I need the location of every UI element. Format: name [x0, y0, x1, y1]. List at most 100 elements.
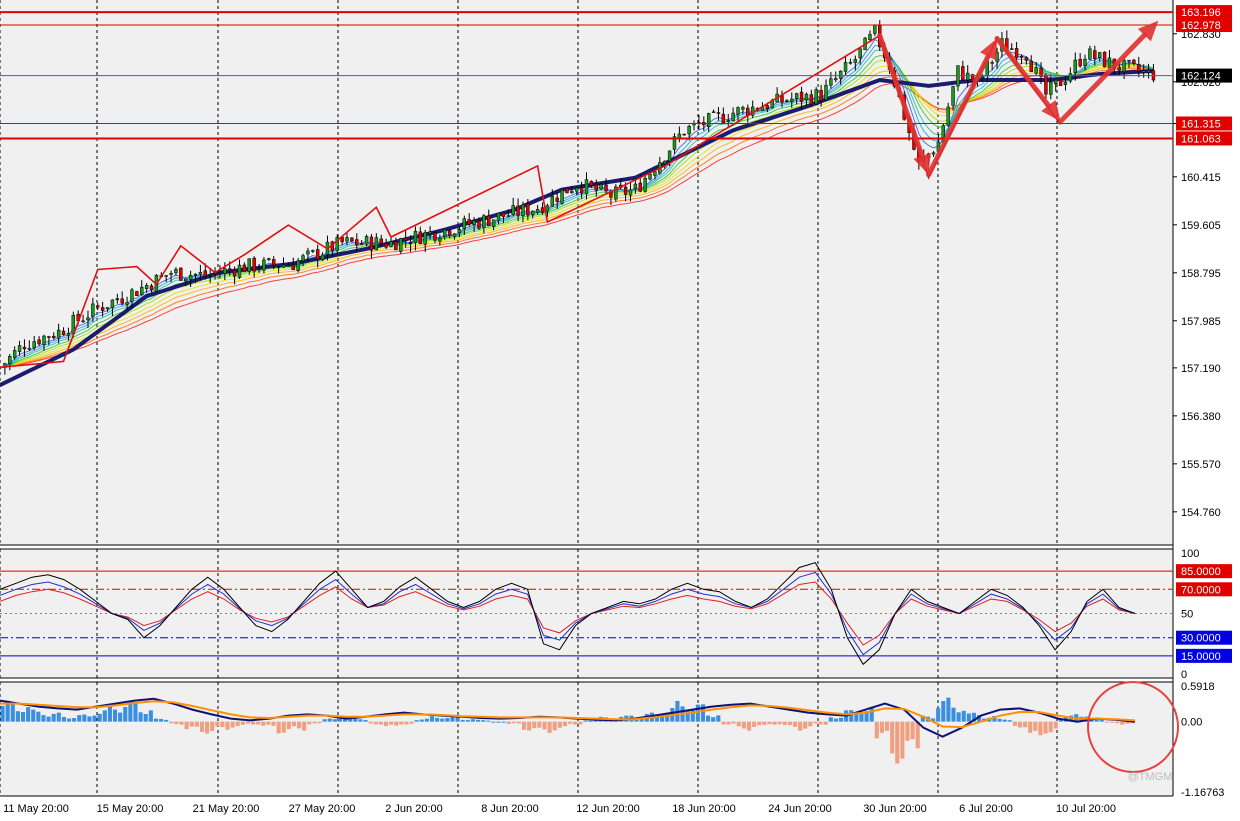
- candle-body: [780, 95, 784, 103]
- candle-body: [447, 230, 452, 236]
- candle-body: [1014, 48, 1019, 59]
- x-tick-label: 12 Jun 20:00: [576, 803, 640, 815]
- candle-body: [8, 356, 12, 365]
- macd-histogram-bar: [966, 713, 971, 722]
- macd-histogram-bar: [455, 717, 460, 722]
- candle-body: [1083, 58, 1087, 66]
- candle-body: [628, 189, 633, 196]
- macd-histogram-bar: [230, 721, 235, 728]
- macd-histogram-bar: [36, 711, 41, 722]
- candle-body: [413, 230, 418, 244]
- candle-body: [311, 250, 315, 252]
- candle-body: [599, 184, 603, 190]
- macd-histogram-bar: [562, 721, 567, 727]
- macd-histogram-bar: [573, 721, 578, 725]
- macd-histogram-bar: [951, 707, 956, 722]
- candle-body: [1073, 59, 1077, 73]
- macd-histogram-bar: [956, 712, 961, 722]
- macd-histogram-bar: [1028, 721, 1033, 733]
- candle-body: [227, 268, 232, 271]
- candle-body: [1034, 67, 1038, 74]
- osc-y-tick-label: 50: [1181, 609, 1193, 621]
- macd-histogram-bar: [46, 716, 51, 722]
- candle-body: [105, 307, 110, 310]
- y-tick-label: 154.760: [1181, 507, 1221, 519]
- macd-histogram-bar: [460, 719, 465, 722]
- candle-body: [252, 257, 256, 272]
- macd-histogram-bar: [736, 721, 741, 727]
- macd-histogram-bar: [10, 703, 15, 722]
- macd-y-tick-label: -1.16763: [1181, 787, 1224, 799]
- macd-histogram-bar: [481, 720, 486, 722]
- candle-body: [457, 229, 462, 234]
- candle-body: [433, 232, 437, 241]
- macd-histogram-bar: [475, 719, 481, 722]
- macd-histogram-bar: [440, 718, 445, 722]
- macd-histogram-bar: [251, 721, 256, 725]
- candle-body: [638, 182, 642, 192]
- candle-body: [198, 272, 203, 275]
- macd-histogram-bar: [281, 721, 286, 733]
- candle-body: [531, 210, 535, 215]
- candle-body: [1088, 48, 1092, 60]
- candle-body: [804, 93, 809, 101]
- candle-body: [726, 120, 730, 122]
- candle-body: [247, 258, 251, 272]
- candle-body: [579, 187, 584, 194]
- macd-histogram-bar: [777, 721, 782, 725]
- candle-body: [374, 237, 379, 251]
- candle-body: [100, 307, 105, 311]
- macd-histogram-bar: [118, 712, 123, 722]
- candle-body: [834, 78, 838, 81]
- macd-histogram-bar: [1109, 721, 1115, 723]
- macd-histogram-bar: [194, 721, 199, 727]
- candle-body: [394, 241, 398, 251]
- macd-histogram-bar: [164, 719, 169, 722]
- macd-histogram-bar: [189, 721, 194, 727]
- candle-body: [174, 269, 178, 274]
- candle-body: [1078, 58, 1082, 67]
- x-tick-label: 2 Jun 20:00: [385, 803, 443, 815]
- macd-histogram-bar: [757, 721, 762, 726]
- candle-body: [135, 291, 139, 297]
- macd-histogram-bar: [879, 721, 884, 733]
- candle-body: [721, 113, 726, 124]
- candle-body: [1063, 82, 1068, 85]
- candle-body: [946, 106, 950, 126]
- candle-body: [560, 189, 564, 204]
- candle-body: [452, 233, 457, 237]
- macd-histogram-bar: [941, 701, 946, 722]
- candle-body: [1107, 57, 1112, 69]
- x-tick-label: 27 May 20:00: [289, 803, 356, 815]
- candle-body: [462, 218, 467, 230]
- macd-histogram-bar: [51, 713, 56, 722]
- macd-histogram-bar: [900, 721, 905, 759]
- macd-histogram-bar: [297, 721, 302, 729]
- candle-body: [809, 94, 814, 105]
- macd-histogram-bar: [695, 704, 700, 722]
- macd-histogram-bar: [169, 721, 174, 724]
- macd-histogram-bar: [833, 718, 838, 722]
- candle-body: [980, 75, 985, 78]
- candle-body: [838, 70, 843, 79]
- macd-histogram-bar: [61, 716, 66, 722]
- macd-histogram-bar: [337, 718, 343, 722]
- candle-body: [37, 339, 41, 345]
- macd-histogram-bar: [1012, 721, 1017, 726]
- macd-histogram-bar: [77, 715, 82, 722]
- macd-histogram-bar: [746, 721, 752, 731]
- candle-body: [1137, 64, 1141, 72]
- candle-body: [1102, 51, 1107, 68]
- candle-body: [785, 100, 789, 102]
- macd-histogram-bar: [31, 709, 36, 722]
- osc-level-label: 30.0000: [1181, 633, 1221, 645]
- candle-body: [276, 266, 281, 268]
- candle-body: [799, 91, 804, 102]
- candle-body: [555, 197, 559, 202]
- macd-histogram-bar: [210, 721, 215, 732]
- macd-histogram-bar: [220, 721, 225, 728]
- macd-histogram-bar: [317, 721, 322, 724]
- macd-histogram-bar: [199, 721, 205, 732]
- price-level-label: 163.196: [1181, 7, 1221, 19]
- candle-body: [320, 254, 325, 261]
